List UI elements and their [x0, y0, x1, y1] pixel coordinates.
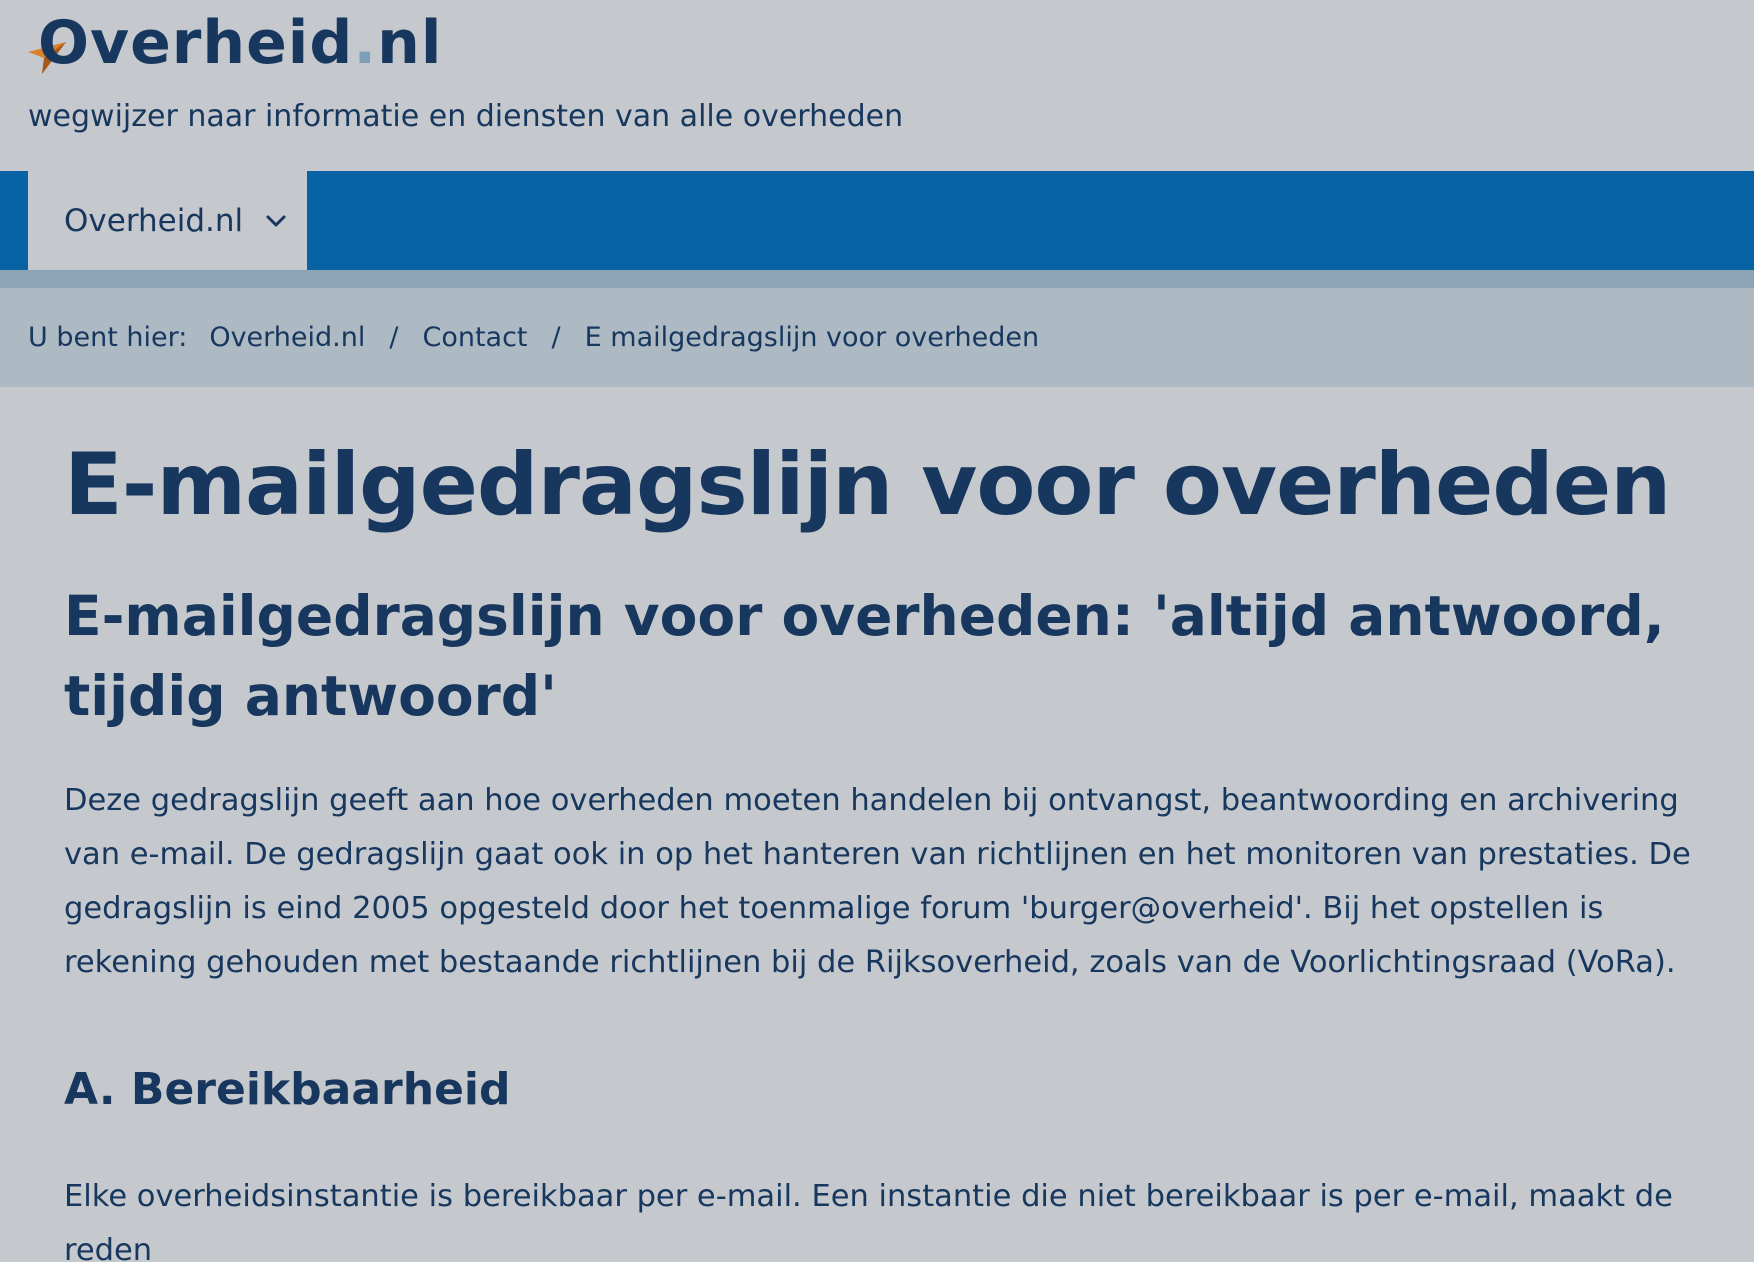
breadcrumb-link-home[interactable]: Overheid.nl	[209, 322, 365, 353]
main-navbar: Overheid.nl	[0, 171, 1754, 270]
breadcrumb-separator: /	[389, 322, 399, 353]
site-header: Overheid.nl wegwijzer naar informatie en…	[0, 0, 1754, 171]
breadcrumb: U bent hier: Overheid.nl / Contact / E m…	[0, 288, 1754, 387]
breadcrumb-current: E mailgedragslijn voor overheden	[584, 322, 1040, 353]
section-a-paragraph: Elke overheidsinstantie is bereikbaar pe…	[64, 1179, 1673, 1262]
logo-dot: .	[353, 8, 378, 78]
logo-text: Overheid.nl	[28, 8, 442, 78]
logo-tld: nl	[377, 8, 443, 78]
breadcrumb-separator: /	[551, 322, 561, 353]
page-subtitle: E-mailgedragslijn voor overheden: 'altij…	[64, 584, 1665, 728]
chevron-down-icon	[266, 215, 286, 226]
page-title: E-mailgedragslijn voor overheden	[64, 435, 1671, 535]
site-tagline: wegwijzer naar informatie en diensten va…	[28, 99, 904, 134]
breadcrumb-prefix: U bent hier:	[28, 322, 188, 353]
nav-item-overheid-dropdown[interactable]: Overheid.nl	[28, 171, 307, 270]
main-content: E-mailgedragslijn voor overheden E-mailg…	[64, 430, 1704, 1262]
nav-divider-stripe	[0, 270, 1754, 288]
nav-item-label: Overheid.nl	[64, 202, 244, 239]
logo-main: Overheid	[38, 8, 354, 78]
section-a-heading: A. Bereikbaarheid	[64, 1064, 511, 1115]
breadcrumb-link-contact[interactable]: Contact	[422, 322, 527, 353]
intro-paragraph: Deze gedragslijn geeft aan hoe overheden…	[64, 783, 1691, 980]
site-logo-link[interactable]: Overheid.nl	[28, 8, 442, 78]
